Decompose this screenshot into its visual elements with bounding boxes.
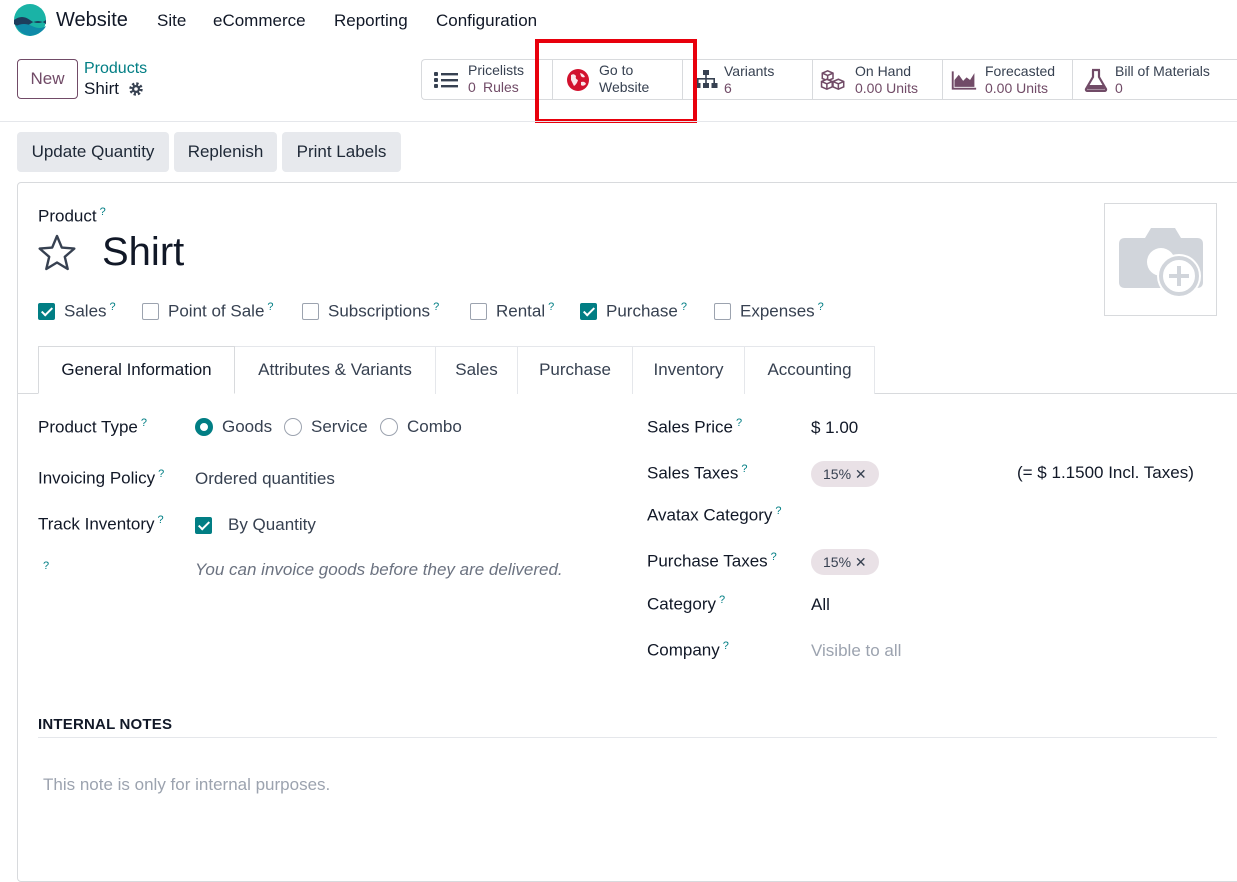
- bom-count: 0: [1115, 80, 1123, 96]
- close-icon[interactable]: ✕: [855, 554, 867, 570]
- bill-of-materials-smart-button[interactable]: Bill of Materials 0: [1072, 59, 1230, 100]
- internal-notes-input[interactable]: This note is only for internal purposes.: [43, 775, 330, 795]
- top-navbar: Website Site eCommerce Reporting Configu…: [0, 0, 1237, 40]
- nav-ecommerce[interactable]: eCommerce: [213, 11, 306, 31]
- tab-accounting[interactable]: Accounting: [744, 346, 875, 394]
- update-quantity-button[interactable]: Update Quantity: [17, 132, 169, 172]
- variants-label: Variants: [724, 63, 775, 79]
- sales-taxes-incl: (= $ 1.1500 Incl. Taxes): [1017, 463, 1194, 482]
- app-name[interactable]: Website: [56, 9, 128, 32]
- sales-tax-tag[interactable]: 15% ✕: [811, 461, 879, 487]
- sales-checkbox[interactable]: [38, 303, 55, 320]
- avatax-category-label: Avatax Category?: [647, 505, 782, 525]
- purchase-tax-tag[interactable]: 15% ✕: [811, 549, 879, 575]
- nav-configuration[interactable]: Configuration: [436, 11, 537, 31]
- pricelists-label: Pricelists: [468, 62, 525, 78]
- goods-radio[interactable]: [195, 418, 213, 436]
- close-icon[interactable]: ✕: [855, 466, 867, 482]
- point-of-sale-checkbox[interactable]: [142, 303, 159, 320]
- invoicing-policy-value[interactable]: Ordered quantities: [195, 469, 335, 489]
- sales-price-label: Sales Price?: [647, 417, 743, 437]
- replenish-button[interactable]: Replenish: [174, 132, 277, 172]
- goods-option-label[interactable]: Goods: [222, 417, 272, 437]
- product-image-upload[interactable]: [1104, 203, 1217, 316]
- divider: [0, 121, 1237, 122]
- area-chart-icon: [951, 71, 977, 90]
- new-button[interactable]: New: [17, 59, 78, 99]
- variants-count: 6: [724, 80, 732, 96]
- subscriptions-checkbox[interactable]: [302, 303, 319, 320]
- variants-smart-button[interactable]: Variants 6: [682, 59, 812, 100]
- pricelists-count: 0: [468, 79, 476, 95]
- combo-radio[interactable]: [380, 418, 398, 436]
- gear-icon[interactable]: [128, 81, 144, 97]
- tab-purchase[interactable]: Purchase: [517, 346, 633, 394]
- breadcrumb-current: Shirt: [84, 79, 119, 98]
- list-icon: [434, 72, 458, 88]
- tab-sales[interactable]: Sales: [435, 346, 518, 394]
- help-icon[interactable]: ?: [100, 206, 106, 218]
- internal-notes-title: INTERNAL NOTES: [38, 716, 173, 733]
- website-app-logo-icon[interactable]: [14, 4, 46, 36]
- notes-divider: [38, 737, 1217, 738]
- service-option-label[interactable]: Service: [311, 417, 368, 437]
- pricelists-smart-button[interactable]: Pricelists 0 Rules: [421, 59, 552, 100]
- highlight-box: [535, 39, 697, 123]
- product-name[interactable]: Shirt: [102, 230, 184, 275]
- tab-inventory[interactable]: Inventory: [632, 346, 745, 394]
- tab-attributes-variants[interactable]: Attributes & Variants: [234, 346, 436, 394]
- forecasted-value: 0.00 Units: [985, 80, 1049, 96]
- rental-checkbox[interactable]: [470, 303, 487, 320]
- tab-general-information[interactable]: General Information: [38, 346, 235, 394]
- purchase-checkbox[interactable]: [580, 303, 597, 320]
- product-type-label: Product Type?: [38, 417, 147, 437]
- track-inventory-label: Track Inventory?: [38, 514, 164, 534]
- company-label: Company?: [647, 640, 729, 660]
- invoicing-policy-label: Invoicing Policy?: [38, 468, 165, 488]
- category-value[interactable]: All: [811, 595, 830, 615]
- expenses-checkbox[interactable]: [714, 303, 731, 320]
- on-hand-label: On Hand: [855, 63, 912, 79]
- nav-reporting[interactable]: Reporting: [334, 11, 408, 31]
- invoice-hint-text: You can invoice goods before they are de…: [195, 560, 563, 579]
- camera-add-icon: [1119, 228, 1203, 298]
- breadcrumb-products-link[interactable]: Products: [84, 60, 147, 78]
- sales-price-value[interactable]: $ 1.00: [811, 418, 858, 438]
- track-by-quantity-value[interactable]: By Quantity: [228, 515, 316, 535]
- track-inventory-checkbox[interactable]: [195, 517, 212, 534]
- on-hand-value: 0.00 Units: [855, 80, 919, 96]
- product-label: Product?: [38, 206, 106, 226]
- pricelists-rules: Rules: [483, 79, 519, 95]
- service-radio[interactable]: [284, 418, 302, 436]
- cubes-icon: [820, 69, 845, 91]
- star-icon[interactable]: [37, 233, 77, 273]
- forecasted-smart-button[interactable]: Forecasted 0.00 Units: [942, 59, 1072, 100]
- forecasted-label: Forecasted: [985, 63, 1056, 79]
- company-value[interactable]: Visible to all: [811, 641, 901, 661]
- sales-taxes-label: Sales Taxes?: [647, 463, 748, 483]
- flask-icon: [1084, 68, 1108, 92]
- bom-label: Bill of Materials: [1115, 63, 1210, 79]
- help-icon[interactable]: ?: [43, 560, 49, 572]
- nav-site[interactable]: Site: [157, 11, 186, 31]
- on-hand-smart-button[interactable]: On Hand 0.00 Units: [812, 59, 942, 100]
- category-label: Category?: [647, 594, 726, 614]
- combo-option-label[interactable]: Combo: [407, 417, 462, 437]
- purchase-taxes-label: Purchase Taxes?: [647, 551, 777, 571]
- print-labels-button[interactable]: Print Labels: [282, 132, 401, 172]
